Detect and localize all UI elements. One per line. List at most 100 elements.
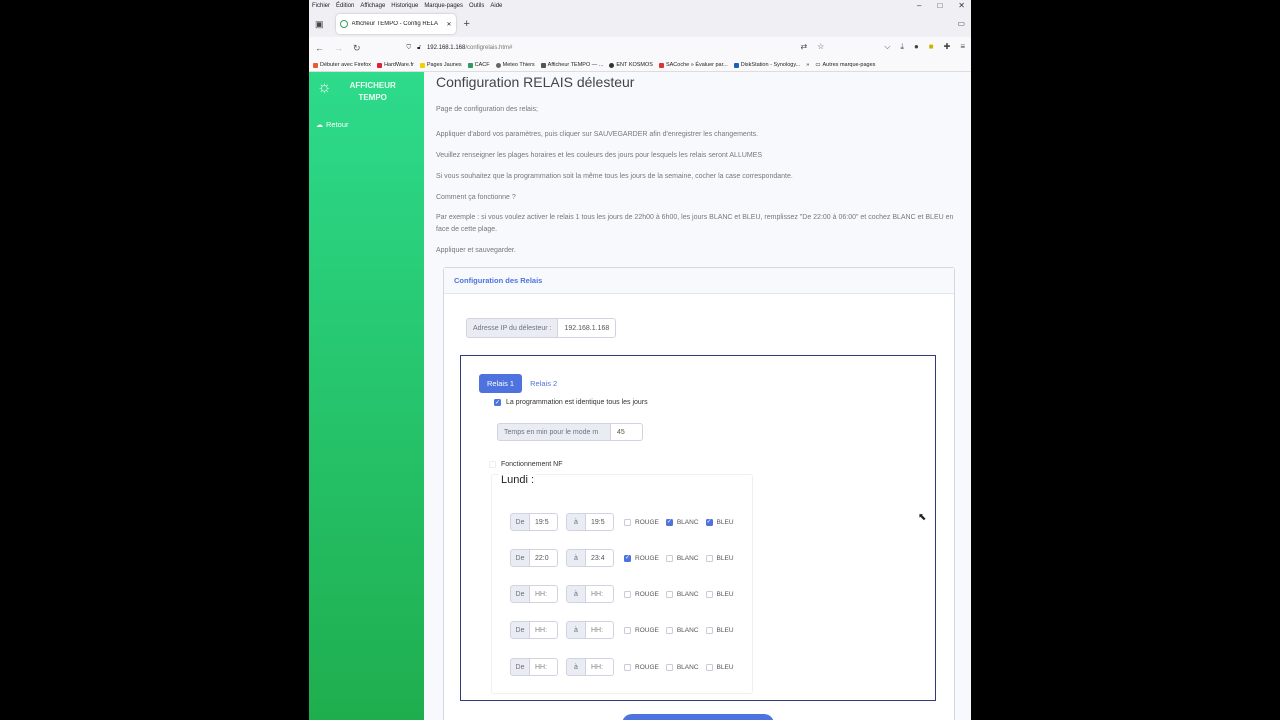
blanc-label: BLANC [676,663,699,671]
blanc-checkbox[interactable] [665,554,673,562]
bleu-checkbox[interactable] [705,590,713,598]
reload-icon[interactable]: ↻ [353,43,361,54]
rouge-checkbox[interactable] [624,590,631,598]
ip-input[interactable]: 192.168.1.168 [558,318,617,338]
same-program-row: ✓ La programmation est identique tous le… [494,399,648,406]
save-button[interactable] [622,714,774,720]
download-icon[interactable]: ⤓ [900,42,904,52]
from-time-input[interactable]: HH: [530,585,558,603]
close-window-icon[interactable]: ✕ [958,1,965,10]
extension-circle-icon[interactable]: ● [914,42,919,52]
bleu-label: BLEU [716,590,734,598]
bookmark-item[interactable]: Afficheur TEMPO — ... [540,62,603,68]
maximize-icon[interactable]: □ [937,1,942,10]
bookmarks-overflow-icon[interactable]: » [806,62,809,68]
url-bar[interactable]: ⛉ 🔓︎ 192.168.1.168/configrelais.htm# [407,45,513,52]
brand-name: AFFICHEUR TEMPO [349,81,396,102]
menu-aide[interactable]: Aide [490,3,502,9]
rouge-label: ROUGE [635,590,659,598]
favicon-icon [339,20,348,28]
tab-overflow-icon[interactable]: ▭ [957,19,965,28]
menu-marque-pages[interactable]: Marque-pages [424,3,463,9]
forward-arrow-icon[interactable]: → [334,43,343,53]
menu-historique[interactable]: Historique [391,3,418,9]
to-time-input[interactable]: 23:4 [586,549,614,567]
from-label: De [510,585,530,603]
bleu-checkbox[interactable]: ✓ [705,518,713,526]
to-time-input[interactable]: HH: [586,658,614,676]
bleu-checkbox[interactable] [705,554,713,562]
menu-hamburger-icon[interactable]: ≡ [960,42,965,52]
to-label: à [566,585,586,603]
kosmos-icon [609,62,615,68]
bookmark-star-icon[interactable]: ☆ [817,42,824,52]
browser-tab[interactable]: Afficheur TEMPO - Config RELA ✕ [335,14,456,34]
bookmark-item[interactable]: SACoche » Évaluer par... [658,62,728,68]
folder-icon: ▭ [815,62,821,68]
tab-relais-2[interactable]: Relais 2 [522,374,565,393]
from-time-input[interactable]: HH: [530,621,558,639]
from-time-input[interactable]: HH: [530,658,558,676]
from-time-input[interactable]: 19:5 [530,513,558,531]
same-program-label: La programmation est identique tous les … [506,399,648,406]
bookmark-item[interactable]: DiskStation - Synology... [733,62,800,68]
back-arrow-icon[interactable]: ← [315,43,324,53]
other-bookmarks[interactable]: ▭ Autres marque-pages [815,62,875,68]
temp-input-group: Temps en min pour le mode m 45 [497,423,643,441]
blanc-label: BLANC [676,518,699,526]
relay-panel: Relais 1 Relais 2 ✓ La programmation est… [460,355,936,701]
intro-text: Appliquer d'abord vos paramètres, puis c… [436,131,759,138]
blanc-checkbox[interactable]: ✓ [665,518,673,526]
extensions-icon[interactable]: ✚ [944,42,951,52]
from-time-input[interactable]: 22:0 [530,549,558,567]
mouse-cursor-icon: ⬉ [918,512,927,523]
from-label: De [510,658,530,676]
extension-shield-icon[interactable]: ■ [929,42,934,52]
blanc-checkbox[interactable] [665,626,673,634]
bleu-checkbox[interactable] [705,663,713,671]
time-slot-row: De 19:5 à 19:5 ROUGE ✓ BLANC ✓ BLEU [510,513,737,531]
hardware-icon [377,62,383,68]
menu-outils[interactable]: Outils [469,3,484,9]
rouge-checkbox[interactable] [624,626,631,634]
to-time-input[interactable]: HH: [586,621,614,639]
bleu-checkbox[interactable] [705,626,713,634]
bookmark-item[interactable]: ENT KOSMOS [609,62,653,68]
bookmark-label: HardWare.fr [384,62,414,68]
sidebar-brand[interactable]: ☼ AFFICHEUR TEMPO [309,72,424,104]
bleu-label: BLEU [716,663,734,671]
blanc-checkbox[interactable] [665,590,673,598]
tab-list-icon[interactable]: ▣ [315,19,324,30]
close-tab-icon[interactable]: ✕ [446,21,451,28]
new-tab-icon[interactable]: + [464,18,470,30]
to-time-input[interactable]: 19:5 [586,513,614,531]
bookmark-label: ENT KOSMOS [616,62,653,68]
nf-checkbox[interactable] [489,461,496,468]
rouge-checkbox[interactable] [624,518,631,526]
menu-fichier[interactable]: Fichier [312,3,330,9]
bookmark-item[interactable]: Pages Jaunes [419,62,462,68]
blanc-checkbox[interactable] [665,663,673,671]
sacoche-icon [658,62,664,68]
time-slot-row: De HH: à HH: ROUGE BLANC BLEU [510,658,737,676]
bookmark-item[interactable]: HardWare.fr [377,62,414,68]
bookmark-item[interactable]: Débuter avec Firefox [313,62,371,68]
minimize-icon[interactable]: – [917,1,921,10]
to-time-input[interactable]: HH: [586,585,614,603]
menu-edition[interactable]: Édition [336,3,354,9]
intro-text: Si vous souhaitez que la programmation s… [436,173,793,180]
tab-relais-1[interactable]: Relais 1 [479,374,523,393]
same-program-checkbox[interactable]: ✓ [494,399,501,406]
translate-icon[interactable]: ⇄ [800,42,807,52]
rouge-checkbox[interactable]: ✓ [624,554,631,562]
rouge-checkbox[interactable] [624,663,631,671]
from-label: De [510,621,530,639]
tab-title: Afficheur TEMPO - Config RELA [351,21,438,27]
intro-text: Appliquer et sauvegarder. [436,247,516,254]
bookmark-item[interactable]: Meteo Thiers [495,62,535,68]
bookmark-item[interactable]: CACF [467,62,490,68]
pocket-icon[interactable]: ⌵ [884,42,890,52]
back-link[interactable]: ☁ Retour [316,120,349,129]
temp-input[interactable]: 45 [611,423,643,441]
menu-affichage[interactable]: Affichage [360,3,385,9]
